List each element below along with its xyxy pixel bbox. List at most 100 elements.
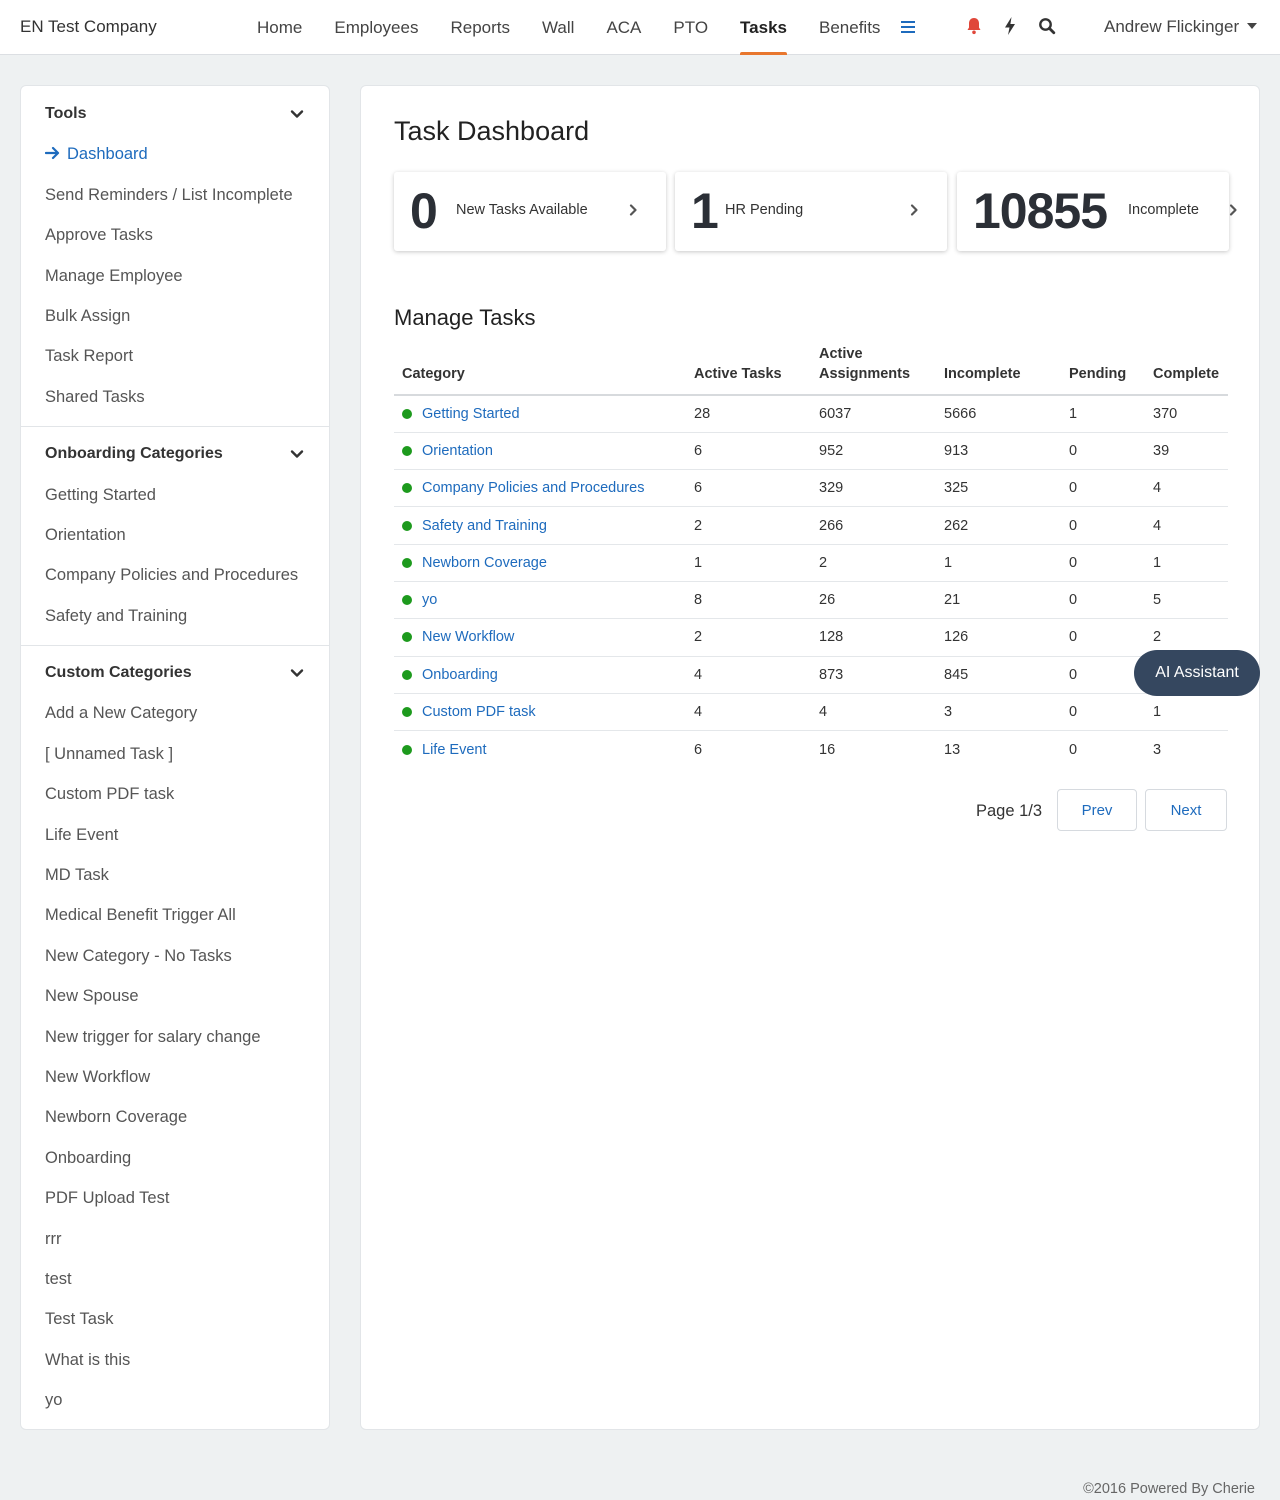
sidebar-item-shared-tasks[interactable]: Shared Tasks [45,388,145,407]
nav-reports[interactable]: Reports [434,0,526,55]
column-header-active-assignments[interactable]: Active Assignments [811,344,936,396]
column-header-category[interactable]: Category [394,344,686,396]
sidebar-item-task-report[interactable]: Task Report [45,347,133,366]
company-name[interactable]: EN Test Company [20,17,157,37]
sidebar-item-medical-benefit-trigger[interactable]: Medical Benefit Trigger All [45,906,236,925]
nav-wall[interactable]: Wall [526,0,590,55]
stat-card-incomplete[interactable]: 10855 Incomplete [957,172,1237,251]
user-menu[interactable]: Andrew Flickinger [1104,17,1258,37]
cell-active-tasks: 8 [686,581,811,620]
category-link[interactable]: Orientation [422,443,493,459]
search-icon[interactable] [1036,15,1058,37]
sidebar-item-newborn-coverage[interactable]: Newborn Coverage [45,1108,187,1127]
cell-complete: 4 [1145,506,1228,545]
sidebar-item-onboarding[interactable]: Onboarding [45,1149,131,1168]
category-link[interactable]: Custom PDF task [422,704,536,720]
cell-active-tasks: 28 [686,395,811,433]
cell-active-assignments: 26 [811,581,936,620]
sidebar-item-unnamed-task[interactable]: [ Unnamed Task ] [45,745,173,764]
sidebar-item-salary-change-trigger[interactable]: New trigger for salary change [45,1028,261,1047]
nav-benefits[interactable]: Benefits [803,0,896,55]
prev-button[interactable]: Prev [1057,789,1137,831]
stat-card-hr-pending[interactable]: 1 HR Pending [675,172,947,251]
column-header-incomplete[interactable]: Incomplete [936,344,1061,396]
chevron-down-icon[interactable] [290,666,304,680]
sidebar-item-bulk-assign[interactable]: Bulk Assign [45,307,130,326]
stat-value: 0 [410,183,438,239]
next-button[interactable]: Next [1145,789,1227,831]
sidebar-item-new-category-no-tasks[interactable]: New Category - No Tasks [45,947,232,966]
category-cell: Onboarding [402,667,686,683]
cell-incomplete: 1 [936,544,1061,582]
nav-pto[interactable]: PTO [657,0,724,55]
stat-label: New Tasks Available [456,202,588,218]
table-header-row: Category Active Tasks Active Assignments… [394,344,1228,396]
sidebar-item-custom-pdf-task[interactable]: Custom PDF task [45,785,174,804]
cell-active-tasks: 4 [686,656,811,694]
cell-category: Safety and Training [394,506,686,545]
category-link[interactable]: Safety and Training [422,518,547,534]
hamburger-menu-icon[interactable] [899,18,917,36]
page-title: Task Dashboard [394,116,590,146]
sidebar-item-test[interactable]: test [45,1270,72,1289]
category-link[interactable]: Company Policies and Procedures [422,480,644,496]
cell-complete: 3 [1153,741,1162,758]
sidebar-item-orientation[interactable]: Orientation [45,526,126,545]
sidebar: Tools Dashboard Send Reminders / List In… [20,85,330,1430]
stat-card-new-tasks[interactable]: 0 New Tasks Available [394,172,666,251]
custom-section-title: Custom Categories [45,664,192,681]
cell-active-tasks: 2 [686,506,811,545]
category-link[interactable]: yo [422,592,437,608]
nav-home[interactable]: Home [241,0,318,55]
cell-category: Custom PDF task [394,693,686,732]
nav-aca[interactable]: ACA [590,0,657,55]
category-link[interactable]: Life Event [422,742,487,758]
category-link[interactable]: Newborn Coverage [422,555,547,571]
cell-active-assignments: 16 [819,741,836,758]
category-cell: Getting Started [402,406,686,422]
sidebar-item-dashboard[interactable]: Dashboard [44,145,148,164]
sidebar-item-md-task[interactable]: MD Task [45,866,109,885]
cell-category: Life Event [394,731,686,768]
sidebar-item-add-category[interactable]: Add a New Category [45,704,197,723]
nav-employees[interactable]: Employees [318,0,434,55]
bell-icon[interactable] [963,15,985,37]
cell-category: Orientation [394,432,686,471]
sidebar-item-manage-employee[interactable]: Manage Employee [45,267,183,286]
column-header-pending[interactable]: Pending [1061,344,1145,396]
sidebar-item-send-reminders[interactable]: Send Reminders / List Incomplete [45,186,293,205]
user-name: Andrew Flickinger [1104,17,1240,36]
cell-active-assignments: 266 [811,506,936,545]
sidebar-item-new-workflow[interactable]: New Workflow [45,1068,150,1087]
sidebar-item-company-policies[interactable]: Company Policies and Procedures [45,566,298,585]
column-header-label: Active Assignments [819,346,911,382]
category-link[interactable]: Getting Started [422,406,520,422]
sidebar-item-label: Dashboard [67,145,148,163]
cell-complete: 1 [1145,693,1228,732]
chevron-down-icon[interactable] [290,107,304,121]
column-header-complete[interactable]: Complete [1145,344,1228,396]
lightning-icon[interactable] [999,15,1021,37]
sidebar-item-safety-training[interactable]: Safety and Training [45,607,187,626]
category-link[interactable]: New Workflow [422,629,514,645]
ai-assistant-button[interactable]: AI Assistant [1134,650,1260,696]
divider [21,426,329,427]
chevron-down-icon[interactable] [290,447,304,461]
status-dot-icon [402,520,412,531]
sidebar-item-pdf-upload-test[interactable]: PDF Upload Test [45,1189,169,1208]
sidebar-item-getting-started[interactable]: Getting Started [45,486,156,505]
sidebar-item-yo[interactable]: yo [45,1391,62,1410]
sidebar-item-test-task[interactable]: Test Task [45,1310,113,1329]
main-nav: Home Employees Reports Wall ACA PTO Task… [241,0,896,55]
nav-tasks[interactable]: Tasks [724,0,803,55]
cell-active-tasks: 6 [686,432,811,471]
cell-category: Getting Started [394,395,686,433]
sidebar-item-life-event[interactable]: Life Event [45,826,118,845]
cell-pending: 0 [1069,741,1078,758]
sidebar-item-rrr[interactable]: rrr [45,1230,61,1249]
sidebar-item-approve-tasks[interactable]: Approve Tasks [45,226,153,245]
sidebar-item-what-is-this[interactable]: What is this [45,1351,130,1370]
column-header-active-tasks[interactable]: Active Tasks [686,344,811,396]
category-link[interactable]: Onboarding [422,667,498,683]
sidebar-item-new-spouse[interactable]: New Spouse [45,987,139,1006]
